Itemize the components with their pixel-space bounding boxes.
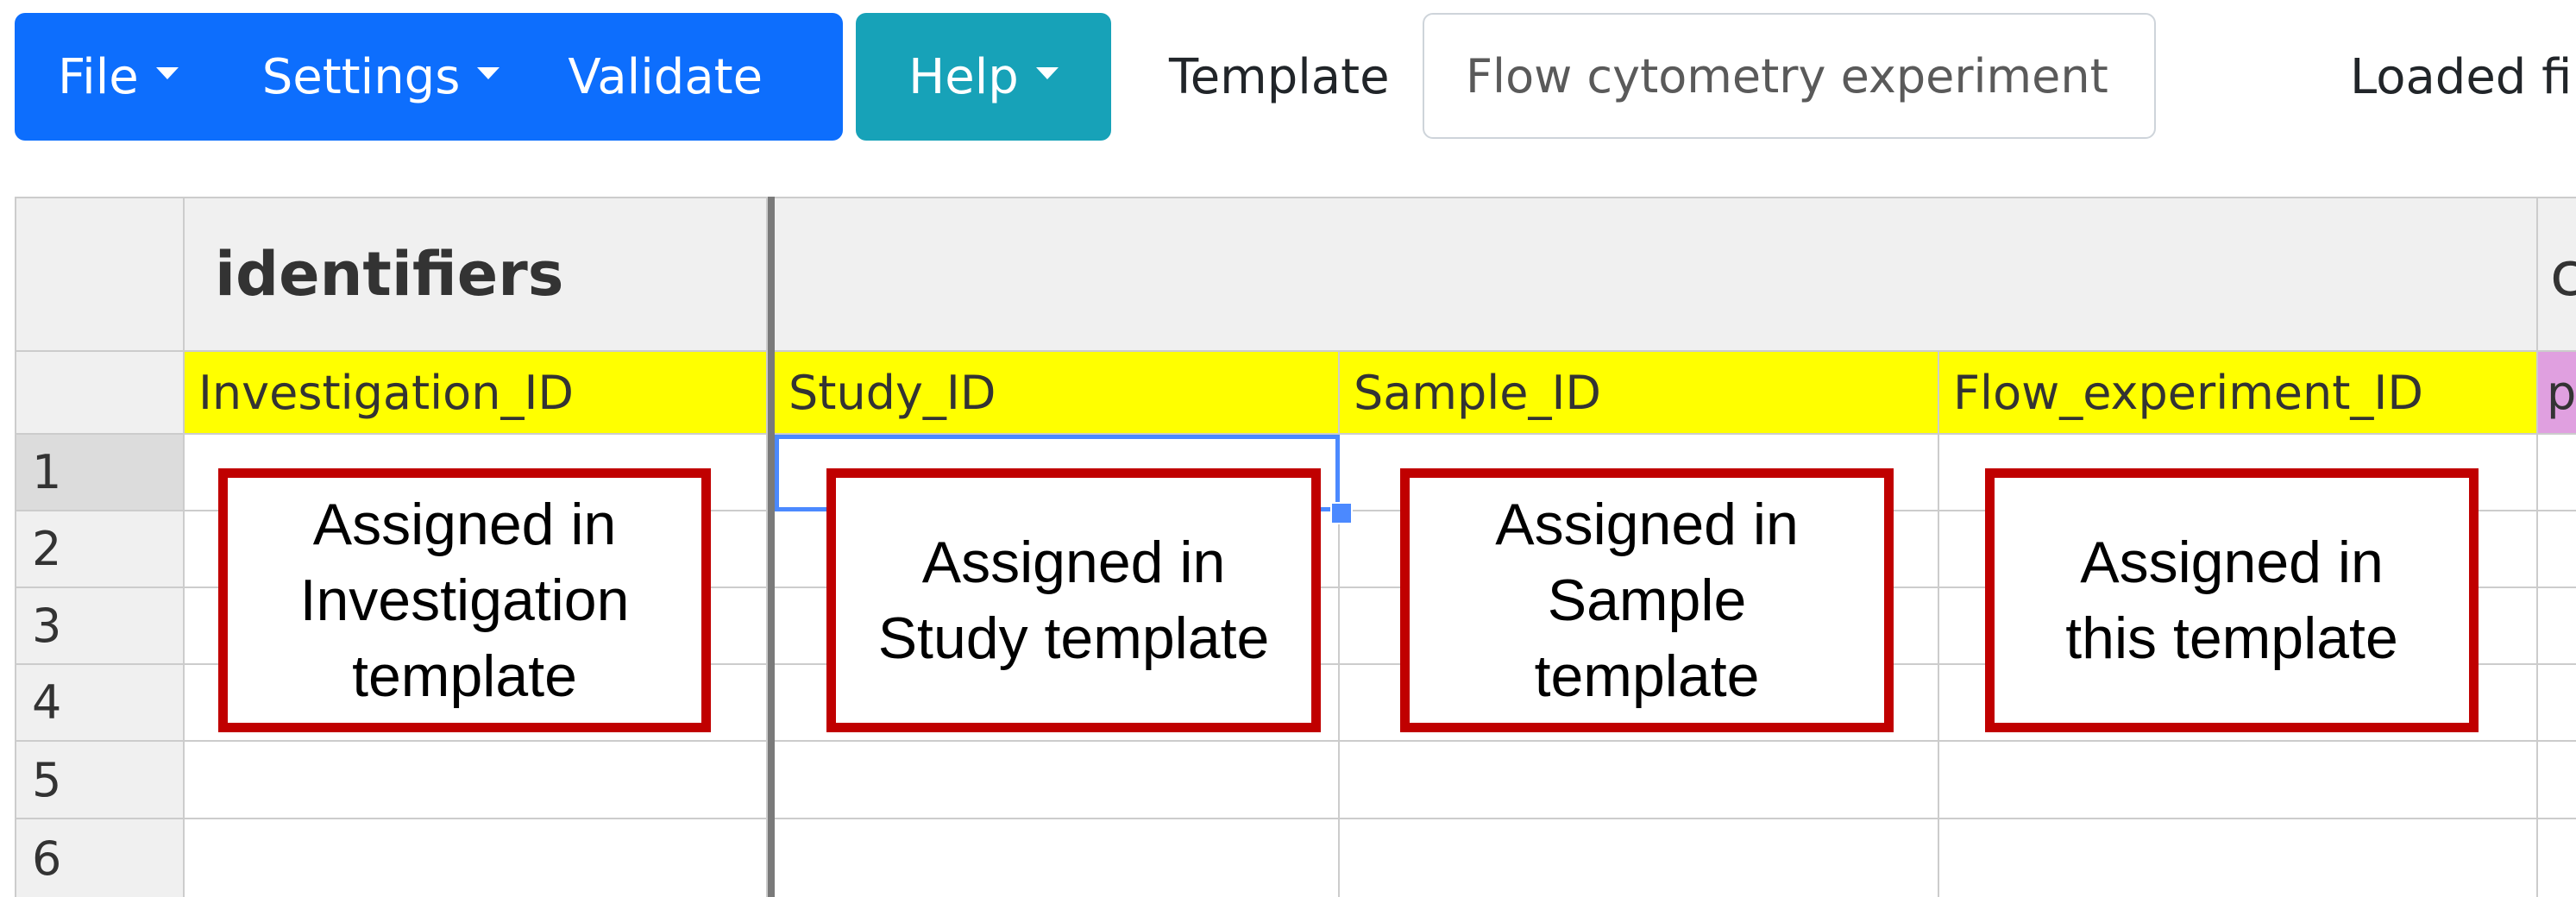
- chevron-down-icon: [1035, 67, 1059, 79]
- table-cell[interactable]: [2538, 819, 2576, 897]
- help-menu-button[interactable]: Help: [856, 13, 1111, 141]
- table-cell[interactable]: [2538, 511, 2576, 588]
- fill-handle[interactable]: [1330, 502, 1353, 524]
- template-label: Template: [1169, 48, 1390, 105]
- column-header-next[interactable]: p: [2538, 352, 2576, 435]
- table-cell[interactable]: [775, 742, 1340, 819]
- loaded-file-label: Loaded fil: [2350, 48, 2576, 105]
- callout-study-text: Assigned in Study template: [877, 530, 1270, 671]
- settings-menu-button[interactable]: Settings: [179, 13, 500, 141]
- table-cell[interactable]: [1340, 819, 1939, 897]
- table-cell[interactable]: [2538, 742, 2576, 819]
- table-cell[interactable]: [1340, 742, 1939, 819]
- chevron-down-icon: [477, 67, 500, 79]
- table-cell[interactable]: [185, 742, 768, 819]
- validate-button[interactable]: Validate: [499, 13, 763, 141]
- row-header-1[interactable]: 1: [15, 435, 185, 511]
- callout-study: Assigned in Study template: [826, 468, 1321, 732]
- row-header-4[interactable]: 4: [15, 665, 185, 742]
- table-cell[interactable]: [775, 819, 1340, 897]
- group-header-blank[interactable]: [775, 197, 2538, 352]
- settings-menu-label: Settings: [261, 48, 461, 105]
- column-header-flow-experiment-id[interactable]: Flow_experiment_ID: [1939, 352, 2538, 435]
- table-cell[interactable]: [1939, 819, 2538, 897]
- main-button-group: File Settings Validate: [15, 13, 843, 141]
- template-select[interactable]: [1423, 13, 2156, 139]
- frozen-column-divider[interactable]: [768, 197, 775, 897]
- callout-this-template: Assigned in this template: [1985, 468, 2479, 732]
- table-cell[interactable]: [185, 819, 768, 897]
- column-header-corner: [15, 352, 185, 435]
- file-menu-label: File: [58, 48, 139, 105]
- corner-cell: [15, 197, 185, 352]
- callout-sample: Assigned in Sample template: [1400, 468, 1894, 732]
- column-header-study-id[interactable]: Study_ID: [775, 352, 1340, 435]
- row-header-2[interactable]: 2: [15, 511, 185, 588]
- group-header-next[interactable]: c: [2538, 197, 2576, 352]
- group-title: identifiers: [215, 239, 564, 310]
- chevron-down-icon: [155, 67, 179, 79]
- callout-this-template-text: Assigned in this template: [2065, 530, 2398, 671]
- row-header-5[interactable]: 5: [15, 742, 185, 819]
- help-menu-label: Help: [908, 48, 1019, 105]
- table-cell[interactable]: [1939, 742, 2538, 819]
- column-header-sample-id[interactable]: Sample_ID: [1340, 352, 1939, 435]
- callout-sample-text: Assigned in Sample template: [1495, 492, 1799, 709]
- row-header-3[interactable]: 3: [15, 588, 185, 665]
- table-cell[interactable]: [2538, 665, 2576, 742]
- callout-investigation: Assigned in Investigation template: [218, 468, 711, 732]
- table-cell[interactable]: [2538, 588, 2576, 665]
- file-menu-button[interactable]: File: [15, 13, 179, 141]
- row-header-6[interactable]: 6: [15, 819, 185, 897]
- column-header-investigation-id[interactable]: Investigation_ID: [185, 352, 768, 435]
- callout-investigation-text: Assigned in Investigation template: [299, 492, 630, 709]
- table-cell[interactable]: [2538, 435, 2576, 511]
